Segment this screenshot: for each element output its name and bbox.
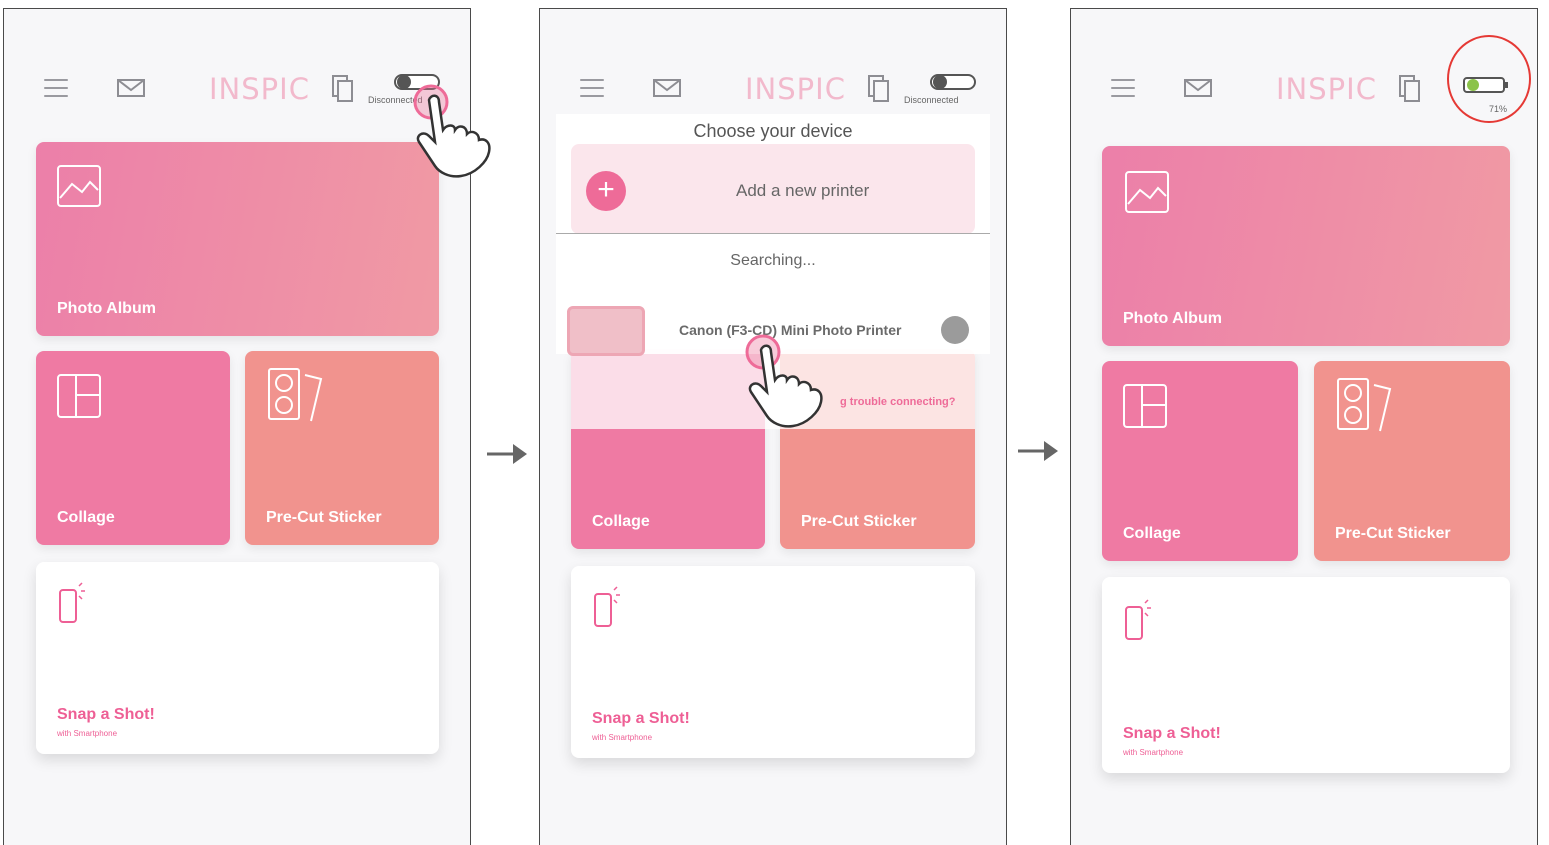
- snap-a-shot-sublabel: with Smartphone: [57, 729, 118, 738]
- app-logo: INSPIC: [1276, 72, 1377, 106]
- arrow-right-icon: [1018, 441, 1058, 461]
- add-printer-button[interactable]: +: [586, 171, 626, 211]
- menu-icon[interactable]: [44, 79, 68, 99]
- snap-a-shot-card[interactable]: Snap a Shot! with Smartphone: [36, 562, 439, 754]
- tap-hand-icon: [745, 334, 823, 428]
- trouble-connecting-link[interactable]: g trouble connecting?: [840, 396, 956, 408]
- copies-icon[interactable]: [868, 75, 890, 103]
- smartphone-icon: [59, 582, 85, 623]
- sticker-icon: [1337, 378, 1392, 432]
- connection-status: Disconnected: [904, 95, 959, 105]
- pre-cut-sticker-card[interactable]: Pre-Cut Sticker: [1314, 361, 1510, 561]
- photo-album-card[interactable]: Photo Album: [1102, 146, 1510, 346]
- snap-a-shot-sublabel: with Smartphone: [592, 733, 653, 742]
- snap-a-shot-label: Snap a Shot!: [57, 706, 155, 723]
- printer-info-icon[interactable]: [941, 316, 969, 344]
- collage-card[interactable]: Collage: [36, 351, 230, 545]
- snap-a-shot-card[interactable]: Snap a Shot! with Smartphone: [1102, 577, 1510, 773]
- divider: [556, 233, 990, 234]
- mail-icon[interactable]: [1183, 77, 1213, 99]
- tap-hand-icon: [413, 84, 491, 178]
- add-printer-label[interactable]: Add a new printer: [736, 181, 869, 201]
- pre-cut-sticker-label: Pre-Cut Sticker: [1335, 525, 1451, 542]
- snap-a-shot-card[interactable]: Snap a Shot! with Smartphone: [571, 566, 975, 758]
- menu-icon[interactable]: [580, 79, 604, 99]
- searching-status: Searching...: [730, 252, 816, 269]
- printer-toggle-icon[interactable]: [930, 73, 976, 91]
- screen-connected: INSPIC 71% Photo Album Collage Pre-Cut S…: [1070, 8, 1538, 845]
- copies-icon[interactable]: [1399, 75, 1421, 103]
- collage-icon: [57, 374, 101, 418]
- collage-label: Collage: [1123, 525, 1181, 542]
- photo-album-label: Photo Album: [1123, 310, 1222, 327]
- mail-icon[interactable]: [652, 77, 682, 99]
- pre-cut-sticker-label: Pre-Cut Sticker: [266, 509, 382, 526]
- dialog-title: Choose your device: [693, 121, 853, 141]
- photo-icon: [1125, 171, 1169, 213]
- collage-label: Collage: [57, 509, 115, 526]
- smartphone-icon: [594, 586, 620, 627]
- photo-album-label: Photo Album: [57, 300, 156, 317]
- sticker-icon: [268, 368, 323, 422]
- pre-cut-sticker-card[interactable]: Pre-Cut Sticker: [245, 351, 439, 545]
- highlight-circle: [1447, 35, 1531, 123]
- copies-icon[interactable]: [332, 75, 354, 103]
- mail-icon[interactable]: [116, 77, 146, 99]
- app-logo: INSPIC: [745, 72, 846, 106]
- collage-card[interactable]: Collage: [1102, 361, 1298, 561]
- printer-thumbnail: [567, 306, 645, 356]
- photo-album-card[interactable]: Photo Album: [36, 142, 439, 336]
- snap-a-shot-sublabel: with Smartphone: [1123, 748, 1184, 757]
- arrow-right-icon: [487, 444, 527, 464]
- screen-disconnected: INSPIC Disconnected Photo Album Collage …: [3, 8, 471, 845]
- pre-cut-sticker-label: Pre-Cut Sticker: [801, 513, 917, 530]
- photo-icon: [57, 165, 101, 207]
- collage-label: Collage: [592, 513, 650, 530]
- collage-icon: [1123, 384, 1167, 428]
- snap-a-shot-label: Snap a Shot!: [592, 710, 690, 727]
- smartphone-icon: [1125, 599, 1151, 640]
- app-logo: INSPIC: [209, 72, 310, 106]
- top-bar: INSPIC Disconnected: [4, 64, 470, 124]
- menu-icon[interactable]: [1111, 79, 1135, 99]
- snap-a-shot-label: Snap a Shot!: [1123, 725, 1221, 742]
